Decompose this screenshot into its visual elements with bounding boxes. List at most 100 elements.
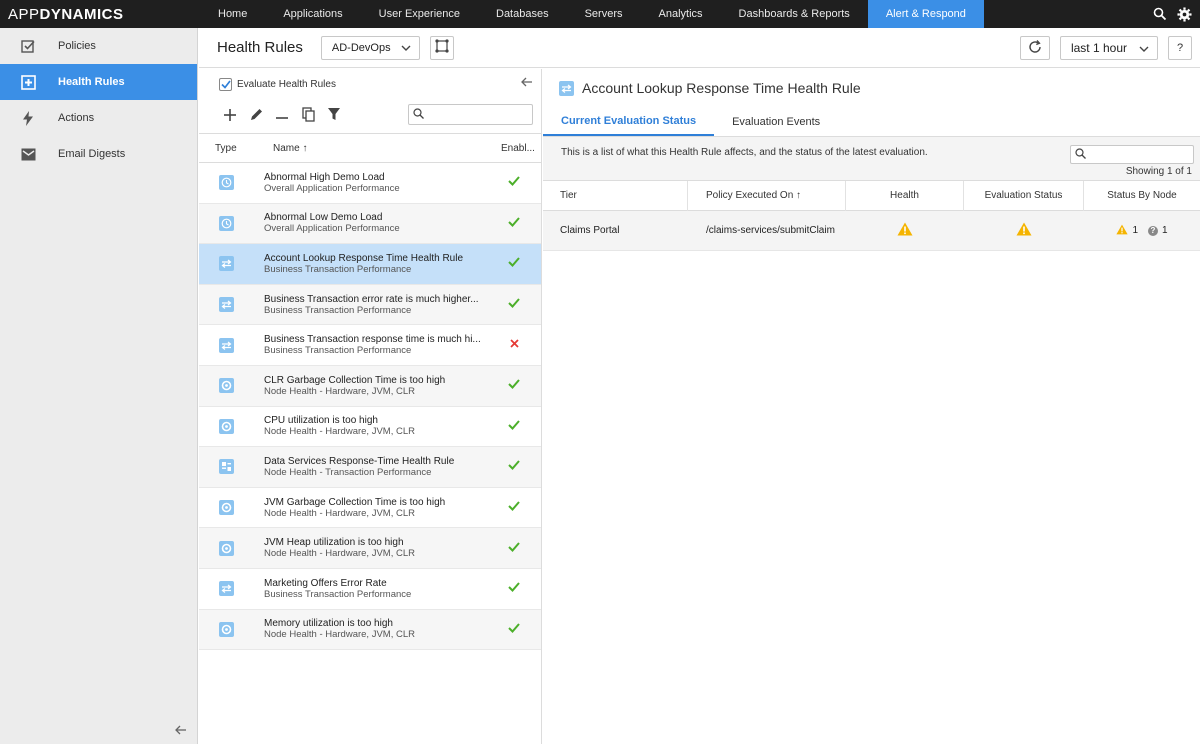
rule-enabled-cell (487, 217, 541, 230)
showing-count: Showing 1 of 1 (1125, 166, 1192, 177)
tab-evaluation-events[interactable]: Evaluation Events (714, 107, 838, 136)
rule-text-cell: Marketing Offers Error Rate Business Tran… (257, 578, 487, 600)
list-item[interactable]: JVM Heap utilization is too high Node Hea… (199, 528, 541, 569)
column-status-by-node[interactable]: Status By Node (1084, 181, 1200, 211)
rule-text-cell: JVM Garbage Collection Time is too high N… (257, 497, 487, 519)
rule-type-cell (199, 581, 257, 597)
rule-name: JVM Garbage Collection Time is too high (264, 496, 446, 508)
nav-dashboards-reports[interactable]: Dashboards & Reports (721, 0, 868, 28)
nav-user-experience[interactable]: User Experience (361, 0, 478, 28)
list-item[interactable]: Business Transaction error rate is much … (199, 284, 541, 326)
nav-alert-respond[interactable]: Alert & Respond (867, 0, 984, 28)
column-type[interactable]: Type (199, 143, 257, 154)
list-item[interactable]: Business Transaction response time is mu… (199, 325, 541, 366)
rule-name: Account Lookup Response Time Health Rule (264, 252, 464, 264)
list-item[interactable]: Data Services Response-Time Health Rule N… (199, 447, 541, 488)
evaluation-status-cell (964, 211, 1084, 251)
column-evaluation-status[interactable]: Evaluation Status (964, 180, 1084, 211)
rule-name: Memory utilization is too high (264, 618, 393, 630)
filter-button[interactable] (321, 103, 347, 129)
list-item[interactable]: JVM Garbage Collection Time is too high N… (199, 488, 541, 529)
add-rule-button[interactable] (217, 103, 243, 129)
rule-text-cell: CPU utilization is too high Node Health -… (257, 415, 487, 437)
refresh-icon (1028, 39, 1042, 57)
node-icon (219, 500, 234, 516)
collapse-sidebar-arrow-icon[interactable] (175, 723, 187, 738)
tab-current-evaluation-status[interactable]: Current Evaluation Status (543, 107, 715, 136)
edit-rule-button[interactable] (243, 103, 269, 129)
sidebar-item-actions[interactable]: Actions (0, 100, 197, 136)
search-icon[interactable] (1153, 7, 1167, 21)
rule-name: Data Services Response-Time Health Rule (264, 455, 455, 467)
list-item[interactable]: Marketing Offers Error Rate Business Tran… (199, 569, 541, 610)
nav-home[interactable]: Home (200, 0, 265, 28)
evaluation-info-bar: This is a list of what this Health Rule … (543, 137, 1200, 181)
rule-text-cell: Business Transaction response time is mu… (257, 334, 487, 356)
rule-search-box[interactable] (408, 104, 533, 125)
column-policy-executed-on[interactable]: Policy Executed On ↑ (688, 180, 846, 211)
rule-category: Node Health - Hardware, JVM, CLR (264, 507, 415, 519)
gear-icon[interactable] (1177, 6, 1192, 22)
evaluation-search-input[interactable] (1089, 149, 1189, 160)
evaluate-health-rules-label: Evaluate Health Rules (237, 78, 336, 90)
appdynamics-logo[interactable]: APPDYNAMICS (0, 6, 200, 23)
rule-text-cell: Memory utilization is too high Node Healt… (257, 618, 487, 640)
rule-search-input[interactable] (427, 109, 527, 120)
chevron-down-icon (1139, 41, 1149, 55)
node-icon (219, 418, 234, 434)
evaluation-table-header: Tier Policy Executed On ↑ Health Evaluat… (543, 180, 1200, 211)
rule-name: Marketing Offers Error Rate (264, 577, 387, 589)
sidebar-item-email-digests[interactable]: Email Digests (0, 136, 197, 172)
application-select-value: AD-DevOps (331, 41, 391, 54)
list-item[interactable]: Abnormal High Demo Load Overall Applicati… (199, 163, 541, 204)
list-item[interactable]: Account Lookup Response Time Health Rule… (199, 244, 541, 285)
table-row[interactable]: Claims Portal /claims-services/submitCla… (543, 211, 1200, 251)
minus-icon (276, 110, 288, 122)
top-nav-bar: APPDYNAMICS Home Applications User Exper… (0, 0, 1200, 28)
column-health[interactable]: Health (846, 180, 964, 211)
list-item[interactable]: Abnormal Low Demo Load Overall Applicatio… (199, 203, 541, 245)
nav-databases[interactable]: Databases (478, 0, 567, 28)
evaluation-search-box[interactable] (1070, 145, 1194, 164)
column-enabled[interactable]: Enabl... (487, 143, 541, 154)
nav-analytics[interactable]: Analytics (641, 0, 721, 28)
rule-category: Node Health - Hardware, JVM, CLR (264, 548, 415, 560)
rule-list: Abnormal High Demo Load Overall Applicati… (199, 163, 541, 651)
checkmark-icon (508, 176, 520, 189)
node-icon (219, 540, 234, 556)
column-name[interactable]: Name ↑ (257, 143, 487, 154)
list-item[interactable]: CPU utilization is too high Node Health -… (199, 407, 541, 448)
help-button[interactable]: ? (1168, 36, 1192, 60)
rule-type-cell (199, 540, 257, 556)
flow-map-button[interactable] (429, 35, 454, 60)
rule-type-cell (199, 215, 257, 231)
rule-category: Node Health - Hardware, JVM, CLR (264, 629, 415, 641)
column-tier[interactable]: Tier (543, 180, 688, 211)
rule-category: Business Transaction Performance (264, 588, 412, 600)
collapse-panel-arrow-icon[interactable] (521, 77, 533, 90)
delete-rule-button[interactable] (269, 103, 295, 129)
rule-enabled-cell (487, 257, 541, 270)
copy-rule-button[interactable] (295, 103, 321, 129)
rule-text-cell: Abnormal Low Demo Load Overall Applicatio… (257, 212, 487, 234)
refresh-button[interactable] (1019, 36, 1050, 60)
evaluate-health-rules-checkbox[interactable] (219, 77, 232, 91)
rule-category: Business Transaction Performance (264, 304, 412, 316)
main-nav: Home Applications User Experience Databa… (200, 0, 984, 28)
nav-servers[interactable]: Servers (567, 0, 641, 28)
application-select[interactable]: AD-DevOps (320, 35, 420, 60)
rule-enabled-cell (487, 460, 541, 473)
sidebar-item-health-rules[interactable]: Health Rules (0, 64, 197, 100)
transaction-icon (559, 80, 574, 96)
cross-icon (509, 339, 519, 351)
list-item[interactable]: Memory utilization is too high Node Healt… (199, 609, 541, 651)
detail-tabs: Current Evaluation Status Evaluation Eve… (543, 107, 1200, 137)
time-range-select[interactable]: last 1 hour (1059, 36, 1158, 60)
lightning-icon (18, 110, 38, 126)
sidebar-item-label: Health Rules (58, 76, 125, 88)
list-item[interactable]: CLR Garbage Collection Time is too high N… (199, 365, 541, 407)
sidebar-item-policies[interactable]: Policies (0, 28, 197, 64)
nav-applications[interactable]: Applications (265, 0, 360, 28)
list-toolbar (199, 99, 541, 133)
rule-name: CPU utilization is too high (264, 415, 378, 427)
